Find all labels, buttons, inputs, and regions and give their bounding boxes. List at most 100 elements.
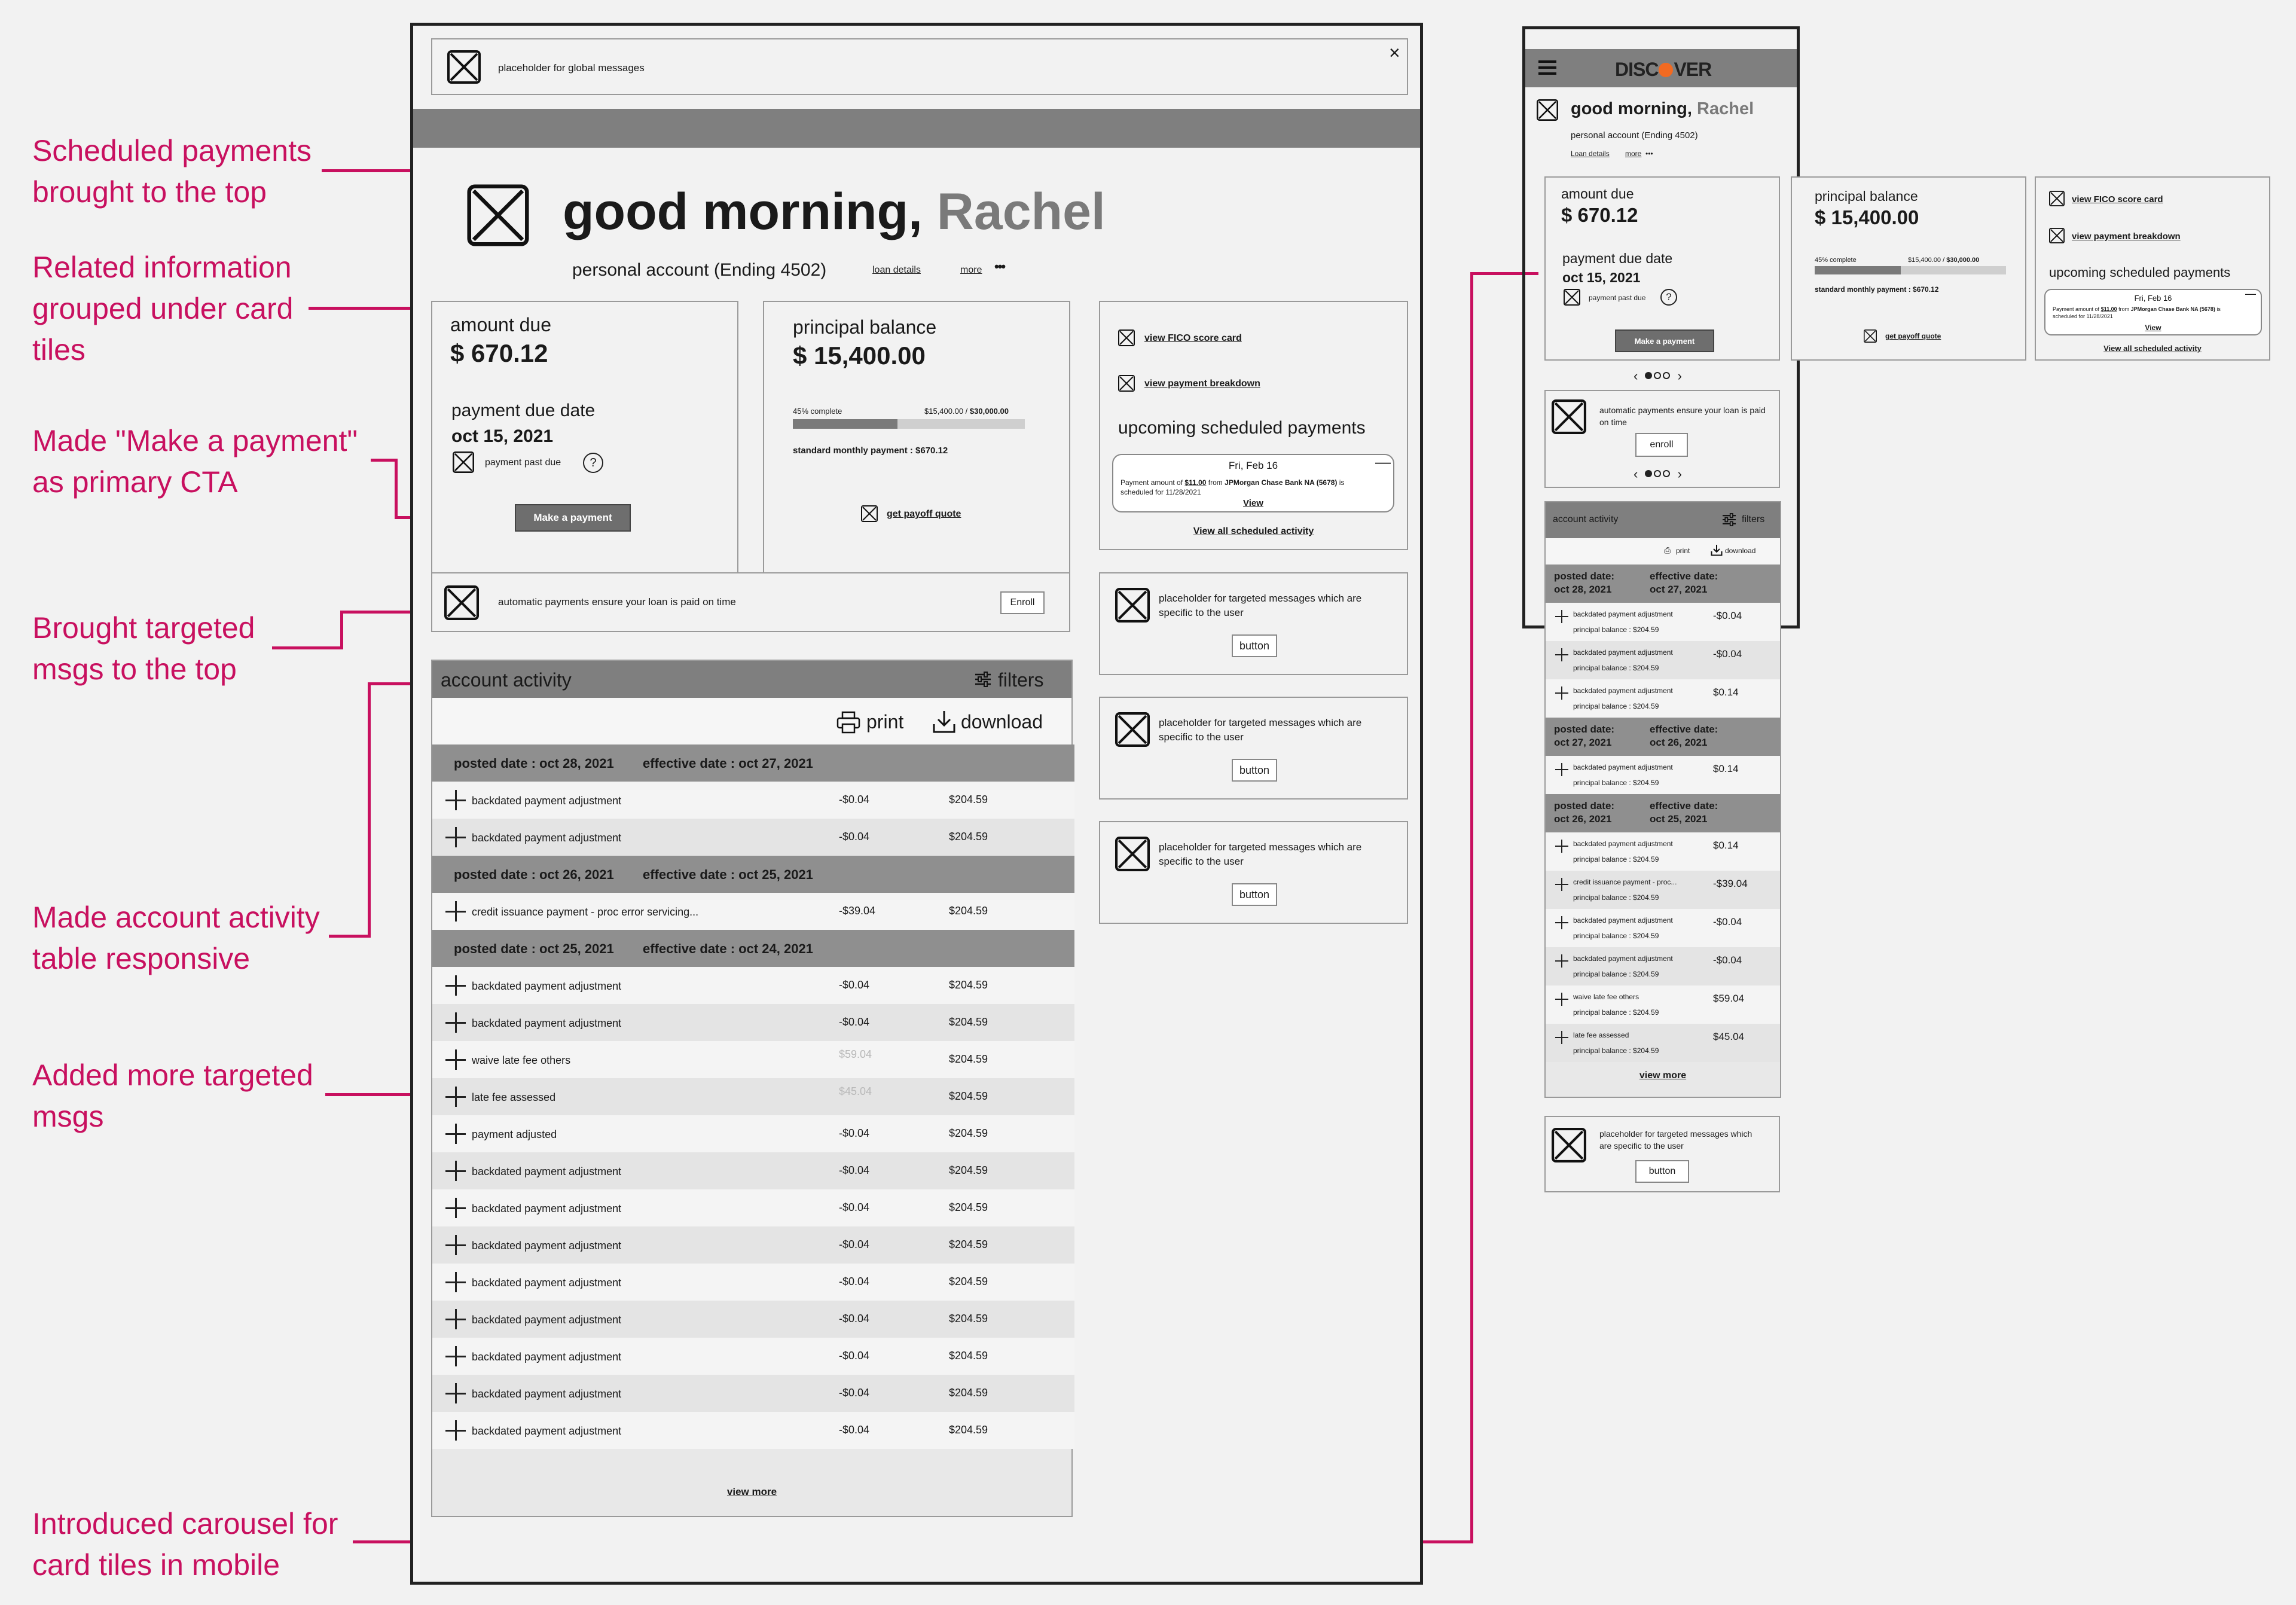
expand-plus-icon[interactable] [445,1198,466,1218]
carousel-dot-active[interactable] [1645,470,1653,477]
carousel-prev-icon[interactable]: ‹ [1634,368,1638,383]
mobile-help-icon[interactable]: ? [1660,289,1677,306]
carousel-dot[interactable] [1663,470,1671,477]
mobile-filters-icon[interactable] [1721,513,1737,526]
expand-plus-icon[interactable] [445,975,466,996]
table-row[interactable]: backdated payment adjustment -$0.04 $204.5… [432,1264,1074,1301]
view-more-link[interactable]: view more [432,1486,1071,1498]
mobile-download-icon[interactable] [1711,544,1723,556]
mobile-fico-link[interactable]: view FICO score card [2072,194,2163,205]
table-row[interactable]: backdated payment adjustment -$0.04 $204.5… [432,1189,1074,1226]
expand-plus-icon[interactable] [445,827,466,847]
mobile-enroll-button[interactable]: enroll [1635,433,1688,457]
mobile-table-row[interactable]: credit issuance payment - proc... princip… [1546,871,1780,909]
table-row[interactable]: backdated payment adjustment -$0.04 $204.5… [432,1375,1074,1412]
carousel-next-icon[interactable]: › [1678,466,1682,481]
table-row[interactable]: credit issuance payment - proc error ser… [432,893,1074,930]
carousel-next-icon[interactable]: › [1678,368,1682,383]
mobile-table-row[interactable]: backdated payment adjustment principal ba… [1546,679,1780,718]
mobile-table-row[interactable]: backdated payment adjustment principal ba… [1546,641,1780,679]
carousel-dot[interactable] [1654,372,1662,379]
table-row[interactable]: backdated payment adjustment -$0.04 $204.5… [432,1412,1074,1449]
mobile-more-link[interactable]: more [1625,149,1641,158]
mobile-filters-label[interactable]: filters [1742,514,1764,525]
carousel-dot[interactable] [1654,470,1662,477]
expand-plus-icon[interactable] [445,1346,466,1366]
enroll-button[interactable]: Enroll [1000,591,1045,614]
mobile-make-payment-button[interactable]: Make a payment [1615,329,1714,352]
table-row[interactable]: backdated payment adjustment -$0.04 $204.5… [432,1338,1074,1375]
table-row[interactable]: backdated payment adjustment -$0.04 $204.5… [432,819,1074,856]
payment-breakdown-link[interactable]: view payment breakdown [1144,379,1260,389]
mobile-table-row[interactable]: late fee assessed principal balance : $20… [1546,1024,1780,1062]
payoff-quote-link[interactable]: get payoff quote [887,509,961,520]
table-row[interactable]: backdated payment adjustment -$0.04 $204.5… [432,1301,1074,1338]
collapse-icon[interactable]: — [1375,453,1391,471]
carousel-prev-icon[interactable]: ‹ [1634,466,1638,481]
expand-plus-icon[interactable] [445,1124,466,1144]
carousel-indicator[interactable]: ‹ › [1634,466,1691,483]
mobile-view-more-link[interactable]: view more [1546,1070,1780,1081]
expand-plus-icon[interactable] [1555,763,1568,776]
table-row[interactable]: backdated payment adjustment -$0.04 $204.5… [432,782,1074,819]
hamburger-menu-icon[interactable] [1538,60,1556,75]
mobile-table-row[interactable]: waive late fee others principal balance :… [1546,985,1780,1024]
scheduled-view-link[interactable]: View [1113,498,1393,508]
expand-plus-icon[interactable] [445,1272,466,1292]
mobile-print-icon[interactable]: ⎙ [1664,545,1671,556]
expand-plus-icon[interactable] [1555,648,1568,661]
expand-plus-icon[interactable] [1555,993,1568,1006]
download-icon[interactable] [932,710,956,734]
expand-plus-icon[interactable] [445,901,466,921]
expand-plus-icon[interactable] [1555,686,1568,700]
expand-plus-icon[interactable] [445,1235,466,1255]
mobile-payoff-link[interactable]: get payoff quote [1885,332,1941,340]
expand-plus-icon[interactable] [445,790,466,810]
expand-plus-icon[interactable] [1555,954,1568,968]
mobile-breakdown-link[interactable]: view payment breakdown [2072,231,2181,242]
download-label[interactable]: download [961,711,1043,733]
make-payment-button[interactable]: Make a payment [515,504,631,532]
expand-plus-icon[interactable] [445,1309,466,1329]
expand-plus-icon[interactable] [1555,1031,1568,1044]
mobile-print-label[interactable]: print [1676,547,1690,555]
mobile-table-row[interactable]: backdated payment adjustment principal ba… [1546,909,1780,947]
mobile-table-row[interactable]: backdated payment adjustment principal ba… [1546,756,1780,794]
expand-plus-icon[interactable] [1555,878,1568,891]
view-all-scheduled-link[interactable]: View all scheduled activity [1100,526,1407,537]
table-row[interactable]: payment adjusted -$0.04 $204.59 [432,1115,1074,1152]
filters-icon[interactable] [974,672,992,687]
expand-plus-icon[interactable] [445,1012,466,1033]
help-icon[interactable]: ? [583,453,603,473]
expand-plus-icon[interactable] [445,1420,466,1441]
close-icon[interactable]: × [1389,42,1400,64]
print-label[interactable]: print [866,711,903,733]
targeted-button[interactable]: button [1232,634,1277,657]
mobile-view-all-link[interactable]: View all scheduled activity [2036,344,2269,353]
table-row[interactable]: backdated payment adjustment -$0.04 $204.5… [432,967,1074,1004]
mobile-collapse-icon[interactable]: — [2245,288,2256,300]
mobile-more-dots-icon[interactable]: ••• [1645,149,1653,158]
fico-link[interactable]: view FICO score card [1144,333,1242,344]
loan-details-link[interactable]: loan details [872,265,921,276]
mobile-targeted-button[interactable]: button [1635,1160,1689,1183]
expand-plus-icon[interactable] [445,1161,466,1181]
mobile-scheduled-view-link[interactable]: View [2045,324,2261,332]
more-dots-icon[interactable]: ••• [994,259,1006,274]
expand-plus-icon[interactable] [1555,916,1568,929]
carousel-indicator[interactable]: ‹ › [1634,368,1691,385]
mobile-download-label[interactable]: download [1725,547,1755,555]
expand-plus-icon[interactable] [1555,610,1568,623]
mobile-loan-details-link[interactable]: Loan details [1571,149,1610,158]
expand-plus-icon[interactable] [445,1049,466,1070]
table-row[interactable]: waive late fee others $59.04 $204.59 [432,1041,1074,1078]
mobile-table-row[interactable]: backdated payment adjustment principal ba… [1546,603,1780,641]
print-icon[interactable] [836,711,860,734]
table-row[interactable]: backdated payment adjustment -$0.04 $204.5… [432,1004,1074,1041]
expand-plus-icon[interactable] [445,1087,466,1107]
targeted-button[interactable]: button [1232,759,1277,782]
table-row[interactable]: late fee assessed $45.04 $204.59 [432,1078,1074,1115]
expand-plus-icon[interactable] [445,1383,466,1403]
carousel-dot[interactable] [1663,372,1671,379]
table-row[interactable]: backdated payment adjustment -$0.04 $204.5… [432,1226,1074,1264]
